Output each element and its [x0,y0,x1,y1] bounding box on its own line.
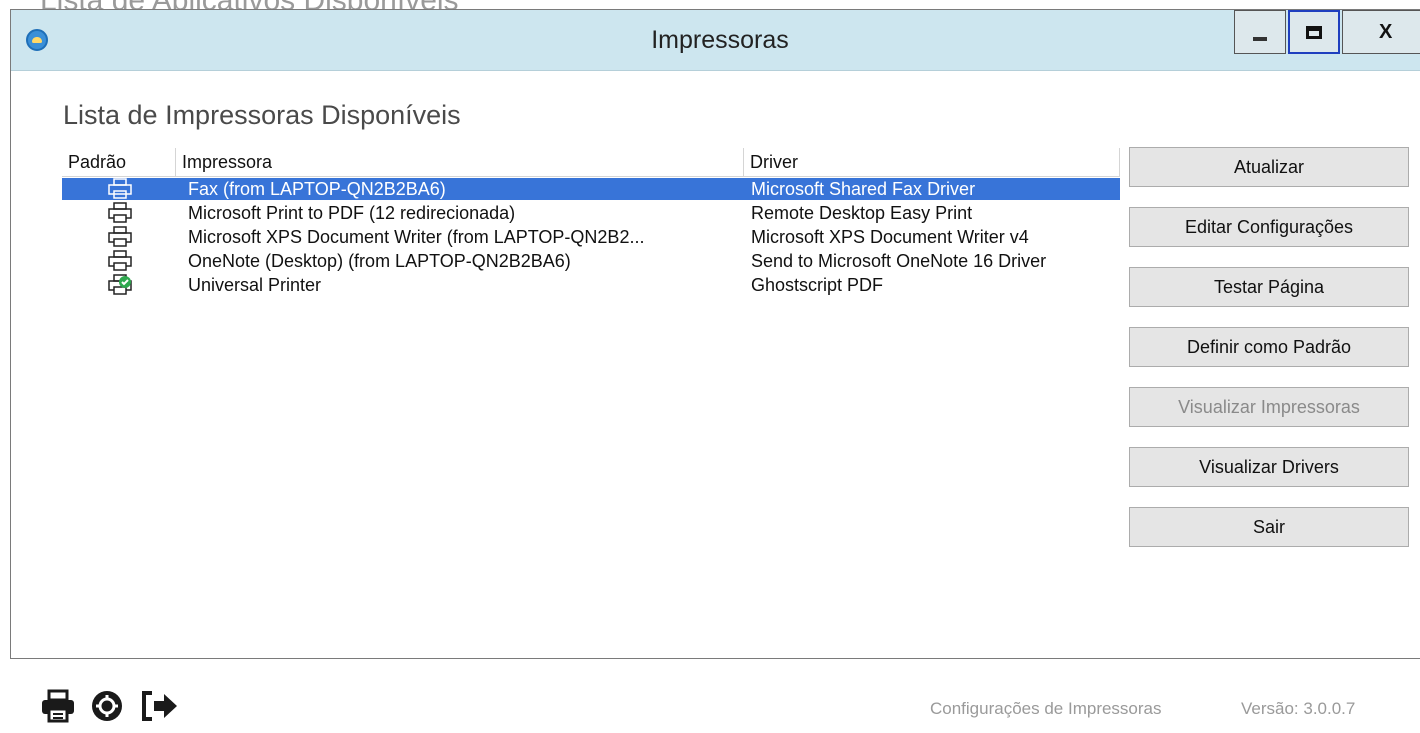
edit-settings-button[interactable]: Editar Configurações [1129,207,1409,247]
status-app-name: Configurações de Impressoras [930,699,1162,718]
table-row[interactable]: Microsoft Print to PDF (12 redirecionada… [62,202,1120,224]
printer-icon [106,226,134,248]
view-printers-button[interactable]: Visualizar Impressoras [1129,387,1409,427]
printer-icon [106,178,134,200]
column-header-printer[interactable]: Impressora [176,148,744,177]
printer-name: OneNote (Desktop) (from LAPTOP-QN2B2BA6) [188,251,571,271]
table-row[interactable]: OneNote (Desktop) (from LAPTOP-QN2B2BA6)… [62,250,1120,272]
set-default-button[interactable]: Definir como Padrão [1129,327,1409,367]
printer-list[interactable]: Padrão Impressora Driver Fax (from LAPTO… [62,148,1120,618]
gear-icon[interactable] [90,689,124,723]
printer-driver: Remote Desktop Easy Print [751,203,973,223]
printer-name: Universal Printer [188,275,322,295]
maximize-button[interactable] [1288,10,1340,54]
printer-icon[interactable] [40,689,76,723]
title-bar[interactable]: Impressoras X [11,10,1420,71]
refresh-button[interactable]: Atualizar [1129,147,1409,187]
printer-name: Fax (from LAPTOP-QN2B2BA6) [188,179,446,199]
printer-name: Microsoft XPS Document Writer (from LAPT… [188,227,645,247]
test-page-button[interactable]: Testar Página [1129,267,1409,307]
printer-driver: Ghostscript PDF [751,275,884,295]
close-button[interactable]: X [1342,10,1420,54]
minimize-button[interactable] [1234,10,1286,54]
view-drivers-button[interactable]: Visualizar Drivers [1129,447,1409,487]
exit-button[interactable]: Sair [1129,507,1409,547]
table-row[interactable]: Universal Printer Ghostscript PDF [62,274,1120,296]
close-icon: X [1379,20,1393,43]
column-header-default[interactable]: Padrão [62,148,176,177]
table-row[interactable]: Fax (from LAPTOP-QN2B2BA6) Microsoft Shar… [62,178,1120,200]
status-version: Versão: 3.0.0.7 [1241,699,1356,718]
printer-driver: Microsoft XPS Document Writer v4 [751,227,1029,247]
printer-icon [106,202,134,224]
printer-icon [106,250,134,272]
printers-window: Impressoras X Lista de Impressoras Dispo… [10,9,1420,659]
minimize-icon [1253,37,1267,41]
column-header-driver[interactable]: Driver [744,148,1120,177]
table-row[interactable]: Microsoft XPS Document Writer (from LAPT… [62,226,1120,248]
maximize-icon [1306,25,1322,39]
section-title: Lista de Impressoras Disponíveis [63,100,461,130]
printer-driver: Send to Microsoft OneNote 16 Driver [751,251,1047,271]
printer-driver: Microsoft Shared Fax Driver [751,179,976,199]
window-title: Impressoras [651,26,789,54]
printer-name: Microsoft Print to PDF (12 redirecionada… [188,203,516,223]
default-printer-check-icon [106,274,134,296]
exit-arrow-icon[interactable] [140,689,180,723]
